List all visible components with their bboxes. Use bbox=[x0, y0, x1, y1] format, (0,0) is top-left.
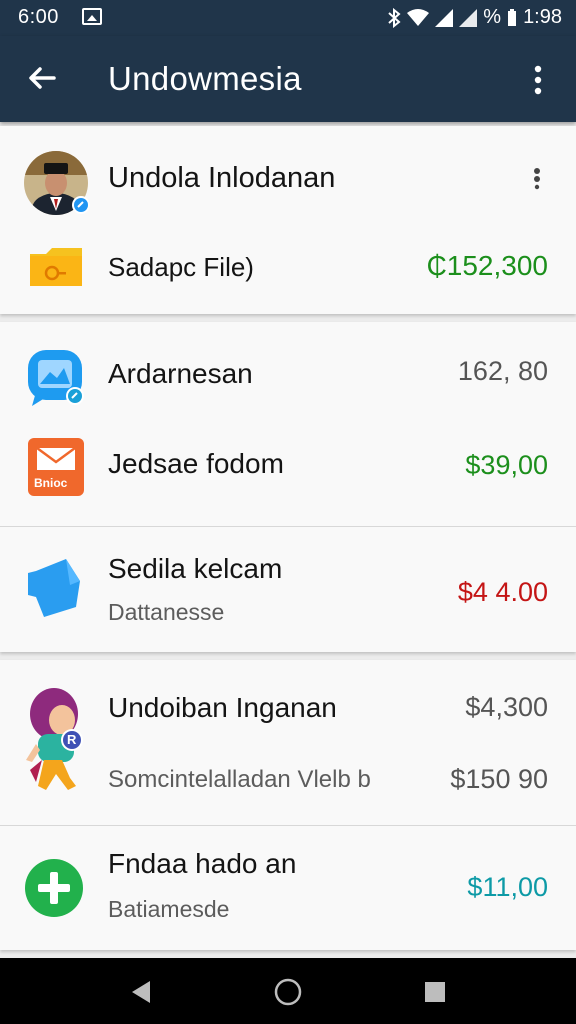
profile-more-icon[interactable] bbox=[532, 166, 542, 192]
item-amount: $4 4.00 bbox=[457, 577, 548, 607]
nav-home-icon[interactable] bbox=[273, 977, 303, 1007]
item-amount: $4,300 bbox=[465, 692, 548, 722]
folder-icon bbox=[30, 248, 82, 286]
item-sublabel: Dattanesse bbox=[108, 599, 225, 625]
back-arrow-icon[interactable] bbox=[22, 58, 62, 98]
character-badge: R bbox=[67, 732, 77, 747]
status-time: 6:00 bbox=[18, 6, 59, 28]
file-row[interactable]: Sadapc File) ₵152,300 bbox=[0, 236, 576, 314]
mail-icon-text: Bnioc bbox=[34, 476, 68, 490]
signal-icon bbox=[435, 8, 454, 27]
item-label: Sedila kelcam bbox=[108, 553, 283, 584]
transactions-card: Ardarnesan 162, 80 Bnioc Jedsae fodom $3… bbox=[0, 322, 576, 652]
item-amount: $11,00 bbox=[467, 872, 548, 902]
profile-name: Undola Inlodanan bbox=[108, 162, 336, 194]
profile-card: Undola Inlodanan Sadapc File) ₵152,300 bbox=[0, 126, 576, 314]
item-amount-secondary: $150 90 bbox=[450, 764, 548, 794]
tag-icon bbox=[28, 559, 80, 617]
status-clock: 1:98 bbox=[523, 6, 562, 28]
item-sublabel: Somcintelalladan Vlelb b bbox=[108, 766, 371, 793]
item-label: Jedsae fodom bbox=[108, 448, 284, 479]
nav-back-icon[interactable] bbox=[126, 977, 156, 1007]
file-label: Sadapc File) bbox=[108, 252, 254, 282]
status-bar: 6:00 % 1:98 bbox=[0, 0, 576, 36]
app-bar: Undowmesia bbox=[0, 36, 576, 122]
page-title: Undowmesia bbox=[108, 60, 302, 97]
item-label: Ardarnesan bbox=[108, 358, 253, 389]
list-item[interactable]: Ardarnesan 162, 80 bbox=[0, 322, 576, 426]
battery-icon bbox=[508, 8, 517, 26]
list-item[interactable]: Fndaa hado an Batiamesde $11,00 bbox=[0, 826, 576, 950]
system-nav-bar bbox=[0, 958, 576, 1024]
list-item[interactable]: Sedila kelcam Dattanesse $4 4.00 bbox=[0, 527, 576, 652]
signal-2-icon bbox=[459, 8, 478, 27]
notification-image-icon bbox=[82, 8, 102, 25]
profile-row[interactable]: Undola Inlodanan bbox=[0, 126, 576, 236]
character-avatar-icon bbox=[26, 688, 83, 790]
add-circle-icon bbox=[25, 859, 83, 917]
item-label: Fndaa hado an bbox=[108, 848, 297, 879]
wifi-icon bbox=[407, 8, 430, 26]
bluetooth-icon bbox=[388, 7, 401, 28]
more-vert-icon[interactable] bbox=[518, 60, 558, 100]
avatar bbox=[24, 151, 90, 215]
list-item[interactable]: R Undoiban Inganan Somcintelalladan Vlel… bbox=[0, 660, 576, 825]
messenger-icon bbox=[28, 350, 84, 406]
battery-percent: % bbox=[483, 6, 502, 28]
list-item[interactable]: Bnioc Jedsae fodom $39,00 bbox=[0, 426, 576, 526]
nav-recents-icon[interactable] bbox=[420, 977, 450, 1007]
item-sublabel: Batiamesde bbox=[108, 896, 230, 922]
status-icons: % 1:98 bbox=[387, 6, 562, 29]
recipients-card: R Undoiban Inganan Somcintelalladan Vlel… bbox=[0, 660, 576, 950]
item-amount: 162, 80 bbox=[457, 356, 548, 386]
file-amount: ₵152,300 bbox=[426, 250, 548, 281]
item-amount: $39,00 bbox=[465, 450, 548, 480]
item-label: Undoiban Inganan bbox=[108, 692, 337, 723]
